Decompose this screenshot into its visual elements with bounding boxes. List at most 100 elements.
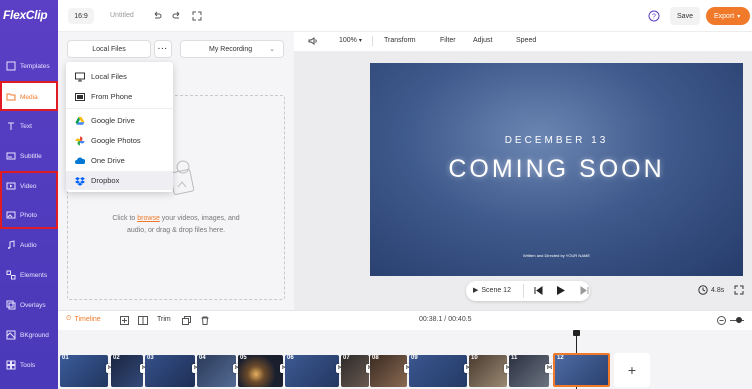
export-button[interactable]: Export ▾ — [706, 7, 750, 25]
dropbox-icon — [75, 176, 85, 186]
overlays-icon — [6, 300, 16, 310]
clip-number: 08 — [372, 355, 379, 361]
timeline-clip[interactable]: 07 — [341, 355, 369, 387]
timeline-clip[interactable]: 01 — [60, 355, 108, 387]
menu-item-google-photos[interactable]: Google Photos — [66, 131, 173, 150]
redo-icon[interactable] — [172, 11, 182, 21]
sidebar-item-text[interactable]: Text — [2, 112, 56, 140]
google-photos-icon — [75, 136, 85, 145]
my-recording-dropdown[interactable]: My Recording ⌄ — [180, 40, 284, 58]
menu-item-label: Google Drive — [91, 116, 135, 125]
monitor-icon — [75, 72, 85, 81]
timeline-timecode: 00:38.1 / 00:40.5 — [419, 316, 472, 323]
sidebar-item-elements[interactable]: Elements — [2, 261, 56, 289]
text-icon — [8, 122, 14, 130]
timeline-clip[interactable]: 05 — [238, 355, 283, 387]
split-icon[interactable] — [138, 316, 148, 325]
timeline-clip[interactable]: 08 — [370, 355, 407, 387]
sidebar-item-photo[interactable]: Photo — [2, 201, 56, 229]
zoom-dropdown[interactable]: 100% ▾ — [339, 37, 362, 44]
speed-button[interactable]: Speed — [516, 37, 536, 44]
zoom-slider-handle[interactable] — [736, 317, 742, 323]
music-icon — [8, 240, 15, 249]
menu-item-one-drive[interactable]: One Drive — [66, 151, 173, 170]
fullscreen-icon[interactable] — [192, 11, 202, 21]
previous-icon[interactable] — [534, 286, 543, 295]
add-scene-button[interactable]: + — [614, 353, 650, 387]
sidebar-item-subtitle[interactable]: Subtitle — [2, 142, 56, 170]
local-files-tab[interactable]: Local Files — [67, 40, 151, 58]
clip-number: 06 — [287, 355, 294, 361]
menu-item-from-phone[interactable]: From Phone — [66, 87, 173, 106]
app-logo: FlexClip — [3, 8, 48, 22]
project-title[interactable]: Untitled — [110, 12, 134, 19]
timeline-clip[interactable]: 06 — [285, 355, 339, 387]
timeline-clip[interactable]: 02 — [111, 355, 143, 387]
google-drive-icon — [75, 116, 85, 125]
aspect-ratio-button[interactable]: 16:9 — [68, 8, 94, 24]
transform-button[interactable]: Transform — [384, 37, 416, 44]
timeline-clip[interactable]: 03 — [145, 355, 195, 387]
sidebar-item-audio[interactable]: Audio — [2, 231, 56, 259]
drop-prefix: Click to — [112, 215, 138, 222]
chevron-down-icon: ▾ — [358, 38, 362, 44]
volume-icon[interactable] — [308, 36, 318, 46]
more-options-button[interactable]: ··· — [154, 40, 172, 58]
sidebar-item-label: Templates — [20, 62, 50, 70]
sidebar-item-overlays[interactable]: Overlays — [2, 291, 56, 319]
timeline-clip[interactable]: 09 — [409, 355, 467, 387]
sidebar-item-label: Media — [20, 93, 38, 101]
menu-item-google-drive[interactable]: Google Drive — [66, 111, 173, 130]
clip-number: 05 — [240, 355, 247, 361]
timeline-clip[interactable]: 10 — [469, 355, 507, 387]
clip-number: 09 — [411, 355, 418, 361]
timeline-tab[interactable]: ⏲ Timeline — [66, 315, 101, 323]
menu-item-label: One Drive — [91, 156, 125, 165]
sidebar-item-video[interactable]: Video — [2, 172, 56, 200]
sidebar-item-label: Video — [20, 182, 37, 190]
sidebar-item-label: Text — [20, 122, 32, 130]
playhead-handle[interactable] — [573, 330, 580, 336]
clock-icon — [698, 285, 708, 295]
timeline-clip-selected[interactable]: 12 — [553, 353, 610, 387]
browse-link[interactable]: browse — [137, 215, 160, 222]
fit-screen-icon[interactable] — [734, 285, 744, 295]
trim-button[interactable]: Trim — [157, 316, 171, 323]
sidebar-item-label: BKground — [20, 331, 49, 339]
scene-selector[interactable]: ▶ Scene 12 — [473, 286, 511, 295]
templates-icon — [6, 61, 16, 71]
control-divider — [523, 284, 524, 298]
video-preview[interactable]: DECEMBER 13 COMING SOON Written and Dire… — [370, 63, 743, 276]
adjust-button[interactable]: Adjust — [473, 37, 492, 44]
timeline-clip[interactable]: 11 — [509, 355, 549, 387]
scene-label: Scene 12 — [481, 286, 511, 294]
sidebar-item-tools[interactable]: Tools — [2, 351, 56, 379]
sidebar-item-templates[interactable]: Templates — [2, 52, 56, 80]
save-button[interactable]: Save — [670, 7, 700, 25]
zoom-value: 100% — [339, 37, 357, 44]
duplicate-icon[interactable] — [182, 316, 191, 325]
next-icon[interactable] — [580, 286, 589, 295]
add-scene-icon[interactable] — [120, 316, 129, 325]
phone-icon — [75, 92, 85, 101]
my-recording-label: My Recording — [209, 45, 253, 53]
sidebar-item-label: Overlays — [20, 301, 46, 309]
timeline-label: Timeline — [74, 315, 101, 323]
menu-item-local-files[interactable]: Local Files — [66, 67, 173, 86]
sidebar-item-media[interactable]: Media — [2, 83, 56, 111]
ellipsis-icon: ··· — [158, 45, 168, 53]
undo-icon[interactable] — [152, 11, 162, 21]
filter-button[interactable]: Filter — [440, 37, 456, 44]
zoom-out-icon[interactable] — [717, 316, 726, 325]
play-icon[interactable] — [556, 285, 566, 296]
timeline-clip[interactable]: 04 — [197, 355, 236, 387]
tools-icon — [6, 360, 16, 370]
menu-item-dropbox[interactable]: Dropbox — [66, 171, 173, 190]
menu-divider — [66, 108, 173, 109]
help-icon[interactable]: ? — [648, 10, 660, 22]
scene-duration[interactable]: 4.8s — [711, 287, 724, 294]
trash-icon[interactable] — [201, 316, 209, 325]
clip-number: 11 — [511, 355, 518, 361]
video-icon — [6, 182, 16, 190]
sidebar-item-bkground[interactable]: BKground — [2, 321, 56, 349]
